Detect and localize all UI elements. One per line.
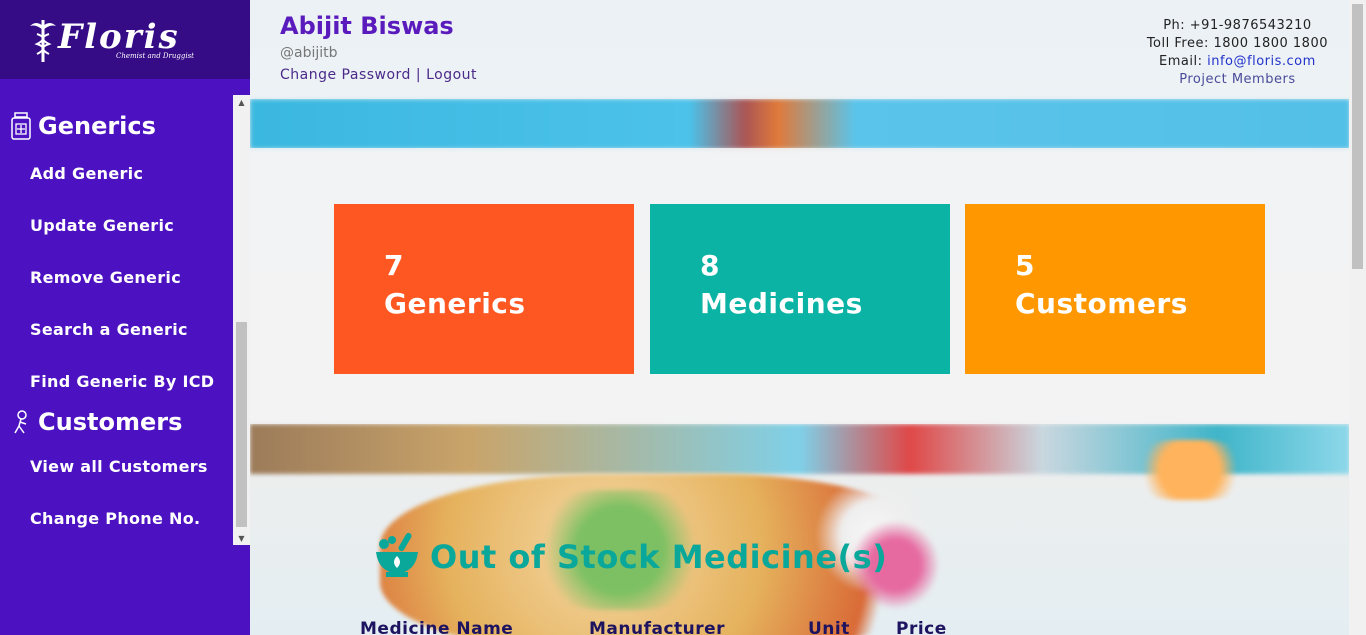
stat-card-generics[interactable]: 7 Generics <box>334 204 634 374</box>
contact-toll-free: Toll Free: 1800 1800 1800 <box>1146 36 1328 51</box>
sidebar-section-title: Customers <box>38 408 183 436</box>
link-separator: | <box>415 67 422 83</box>
scroll-down-icon[interactable]: ▼ <box>233 531 250 545</box>
user-handle: @abijitb <box>280 45 338 61</box>
column-header-manufacturer: Manufacturer <box>589 619 726 635</box>
contact-email-label: Email: <box>1159 54 1208 69</box>
sidebar: Floris Chemist and Druggist Generics Add… <box>0 0 250 635</box>
page-scroll-thumb[interactable] <box>1352 4 1363 269</box>
column-header-medicine-name: Medicine Name <box>360 619 514 635</box>
brand-logo[interactable]: Floris Chemist and Druggist <box>0 0 250 79</box>
medicine-bottle-icon <box>10 111 32 141</box>
column-header-price: Price <box>896 619 947 635</box>
brand-name: Floris <box>58 16 180 57</box>
stat-value: 5 <box>1015 249 1035 282</box>
sidebar-scrollbar[interactable]: ▲ ▼ <box>233 95 250 545</box>
user-name: Abijit Biswas <box>280 12 454 40</box>
stat-label: Customers <box>1015 287 1188 320</box>
project-members-link[interactable]: Project Members <box>1147 71 1328 89</box>
change-password-link[interactable]: Change Password <box>280 67 411 83</box>
mortar-pestle-icon <box>372 530 422 584</box>
stat-card-medicines[interactable]: 8 Medicines <box>650 204 950 374</box>
sidebar-menu: Generics Add Generic Update Generic Remo… <box>0 95 250 545</box>
sidebar-item-find-generic-icd[interactable]: Find Generic By ICD <box>30 372 214 391</box>
sidebar-item-change-phone[interactable]: Change Phone No. <box>30 509 200 528</box>
user-links: Change Password | Logout <box>280 67 477 83</box>
contact-info: Ph: +91-9876543210 Toll Free: 1800 1800 … <box>1147 17 1328 89</box>
stat-value: 7 <box>384 249 404 282</box>
logout-link[interactable]: Logout <box>426 67 477 83</box>
customer-icon <box>10 407 32 437</box>
sidebar-item-update-generic[interactable]: Update Generic <box>30 216 174 235</box>
stat-label: Generics <box>384 287 526 320</box>
contact-phone: Ph: +91-9876543210 <box>1163 18 1312 33</box>
stat-card-customers[interactable]: 5 Customers <box>965 204 1265 374</box>
scroll-up-icon[interactable]: ▲ <box>233 95 250 109</box>
out-of-stock-heading: Out of Stock Medicine(s) <box>372 530 887 584</box>
sidebar-section-generics: Generics <box>10 111 156 141</box>
column-header-unit: Unit <box>808 619 850 635</box>
brand-tagline: Chemist and Druggist <box>116 51 194 60</box>
stat-label: Medicines <box>700 287 863 320</box>
out-of-stock-title: Out of Stock Medicine(s) <box>430 538 888 576</box>
page-scrollbar[interactable] <box>1349 0 1366 635</box>
contact-email-link[interactable]: info@floris.com <box>1207 54 1316 69</box>
sidebar-section-customers: Customers <box>10 407 182 437</box>
caduceus-icon <box>30 19 56 62</box>
contact-email-row: Email: info@floris.com <box>1147 53 1328 71</box>
sidebar-item-remove-generic[interactable]: Remove Generic <box>30 268 181 287</box>
sidebar-item-search-generic[interactable]: Search a Generic <box>30 320 188 339</box>
sidebar-section-title: Generics <box>38 112 156 140</box>
stat-value: 8 <box>700 249 720 282</box>
header: Abijit Biswas @abijitb Change Password |… <box>250 0 1350 99</box>
sidebar-scroll-thumb[interactable] <box>236 322 247 527</box>
sidebar-item-add-generic[interactable]: Add Generic <box>30 164 143 183</box>
sidebar-item-view-customers[interactable]: View all Customers <box>30 457 208 476</box>
